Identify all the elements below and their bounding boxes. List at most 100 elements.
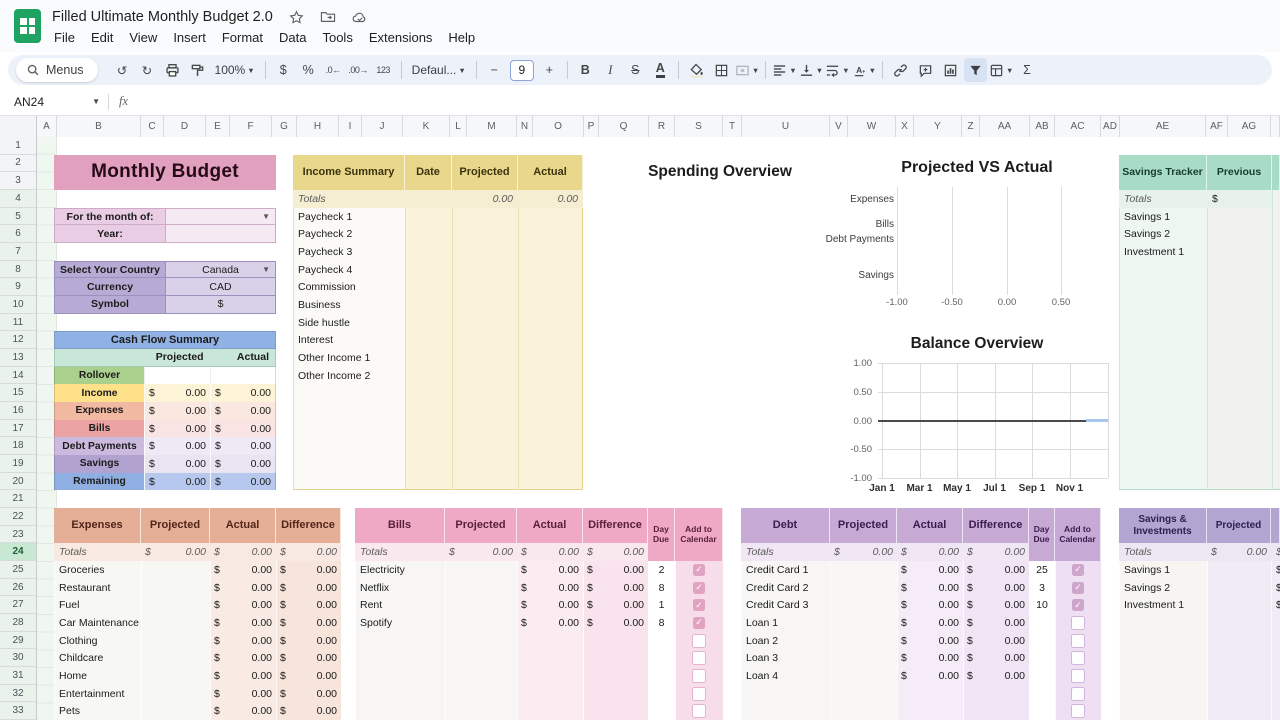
bold-button[interactable]: B (574, 58, 597, 82)
balance-chart-title[interactable]: Balance Overview (877, 335, 1077, 353)
debt-table-actual-cell[interactable]: $0.00 (897, 596, 963, 614)
tracker-row-label[interactable]: Savings 1 (1119, 208, 1207, 226)
row-header-10[interactable]: 10 (0, 296, 36, 314)
debt-table-day-due-cell[interactable] (1029, 614, 1055, 632)
bills-table-row-label[interactable] (355, 667, 445, 685)
menu-view[interactable]: View (121, 27, 165, 48)
row-header-6[interactable]: 6 (0, 225, 36, 243)
font-size-input[interactable]: 9 (510, 60, 534, 81)
strikethrough-button[interactable]: S (624, 58, 647, 82)
column-header-A[interactable]: A (37, 116, 57, 137)
column-header-S[interactable]: S (675, 116, 723, 137)
spending-overview-title[interactable]: Spending Overview (600, 163, 840, 181)
bills-table-day-due-cell[interactable] (648, 632, 675, 650)
debt-table-difference-cell[interactable]: $0.00 (963, 579, 1029, 597)
add-to-calendar-checkbox[interactable]: ✓ (693, 582, 705, 594)
add-to-calendar-checkbox[interactable] (692, 687, 706, 701)
bills-table-actual-cell[interactable]: $0.00 (517, 579, 583, 597)
cashflow-projected-cell[interactable]: $0.00 (144, 384, 210, 402)
si-totals-label[interactable]: Totals (1119, 543, 1207, 561)
column-header-B[interactable]: B (57, 116, 141, 137)
column-header-Q[interactable]: Q (599, 116, 649, 137)
income-row-label[interactable]: Paycheck 4 (293, 261, 405, 279)
debt-table-totals-projected[interactable]: $0.00 (830, 543, 897, 561)
column-header-U[interactable]: U (742, 116, 830, 137)
expenses-table-difference-cell[interactable]: $0.00 (276, 579, 341, 597)
column-header-AF[interactable]: AF (1206, 116, 1228, 137)
column-header-D[interactable]: D (164, 116, 206, 137)
expenses-table-actual-cell[interactable]: $0.00 (210, 685, 276, 703)
bills-table-totals-actual[interactable]: $0.00 (517, 543, 583, 561)
menus-button[interactable]: Menus (16, 58, 98, 82)
add-to-calendar-checkbox[interactable]: ✓ (693, 617, 705, 629)
menu-file[interactable]: File (46, 27, 83, 48)
bills-table-row-label[interactable] (355, 702, 445, 720)
column-header-X[interactable]: X (896, 116, 914, 137)
cashflow-actual-cell[interactable]: $0.00 (210, 402, 276, 420)
column-header-C[interactable]: C (141, 116, 164, 137)
row-header-8[interactable]: 8 (0, 261, 36, 279)
tracker-totals-label[interactable]: Totals (1119, 190, 1207, 208)
cashflow-actual-cell[interactable]: $0.00 (210, 420, 276, 438)
expenses-table-difference-cell[interactable]: $0.00 (276, 702, 341, 720)
column-header-F[interactable]: F (230, 116, 272, 137)
income-row-label[interactable]: Paycheck 2 (293, 225, 405, 243)
decrease-font-size-button[interactable]: − (483, 58, 506, 82)
column-header-J[interactable]: J (362, 116, 403, 137)
bills-table-difference-cell[interactable]: $0.00 (583, 596, 648, 614)
cashflow-projected-cell[interactable]: $0.00 (144, 455, 210, 473)
expenses-table-totals-difference[interactable]: $0.00 (276, 543, 341, 561)
row-header-11[interactable]: 11 (0, 314, 36, 332)
si-row-next[interactable]: $ (1271, 561, 1280, 579)
menu-format[interactable]: Format (214, 27, 271, 48)
debt-table-actual-cell[interactable]: $0.00 (897, 632, 963, 650)
menu-help[interactable]: Help (440, 27, 483, 48)
debt-table-day-due-cell[interactable] (1029, 649, 1055, 667)
income-totals-label[interactable]: Totals (293, 190, 405, 208)
bills-table-day-due-cell[interactable]: 1 (648, 596, 675, 614)
row-header-20[interactable]: 20 (0, 473, 36, 491)
bills-table-day-due-cell[interactable] (648, 667, 675, 685)
menu-insert[interactable]: Insert (165, 27, 214, 48)
income-totals-date[interactable] (405, 190, 452, 208)
expenses-table-actual-cell[interactable]: $0.00 (210, 702, 276, 720)
row-header-29[interactable]: 29 (0, 632, 36, 650)
bills-table-row-label[interactable]: Electricity (355, 561, 445, 579)
expenses-table-row-label[interactable]: Groceries (54, 561, 141, 579)
debt-table-row-label[interactable] (741, 685, 830, 703)
column-header-M[interactable]: M (467, 116, 517, 137)
row-header-33[interactable]: 33 (0, 702, 36, 720)
bills-table-day-due-cell[interactable]: 8 (648, 614, 675, 632)
income-row-label[interactable]: Business (293, 296, 405, 314)
row-header-3[interactable]: 3 (0, 172, 36, 190)
text-rotation-button[interactable]: A▼ (852, 58, 876, 82)
income-row-label[interactable]: Other Income 2 (293, 367, 405, 385)
debt-table-row-label[interactable] (741, 702, 830, 720)
cashflow-projected-cell[interactable]: $0.00 (144, 402, 210, 420)
expenses-table-difference-cell[interactable]: $0.00 (276, 685, 341, 703)
column-header-K[interactable]: K (403, 116, 450, 137)
expenses-table-totals-label[interactable]: Totals (54, 543, 141, 561)
debt-table-day-due-cell[interactable]: 3 (1029, 579, 1055, 597)
expenses-table-difference-cell[interactable]: $0.00 (276, 561, 341, 579)
dropdown-caret-icon[interactable]: ▼ (262, 212, 270, 221)
add-to-calendar-checkbox[interactable]: ✓ (1072, 582, 1084, 594)
debt-table-difference-cell[interactable]: $0.00 (963, 596, 1029, 614)
move-folder-icon[interactable] (320, 10, 336, 24)
debt-table-row-label[interactable]: Credit Card 3 (741, 596, 830, 614)
expenses-table-row-label[interactable]: Pets (54, 702, 141, 720)
debt-table-row-label[interactable]: Loan 4 (741, 667, 830, 685)
si-row-next[interactable]: $ (1271, 596, 1280, 614)
merge-cells-button[interactable]: ▼ (735, 58, 759, 82)
income-totals-projected[interactable]: 0.00 (452, 190, 518, 208)
expenses-table-row-label[interactable]: Clothing (54, 632, 141, 650)
debt-table-difference-cell[interactable]: $0.00 (963, 649, 1029, 667)
debt-table-day-due-cell[interactable] (1029, 667, 1055, 685)
debt-table-day-due-cell[interactable] (1029, 685, 1055, 703)
country-block-value[interactable]: Canada▼ (166, 261, 276, 279)
expenses-table-row-label[interactable]: Fuel (54, 596, 141, 614)
expenses-table-difference-cell[interactable]: $0.00 (276, 632, 341, 650)
name-box[interactable]: AN24▼ (0, 95, 100, 109)
cashflow-projected-cell[interactable]: $0.00 (144, 473, 210, 491)
row-header-4[interactable]: 4 (0, 190, 36, 208)
